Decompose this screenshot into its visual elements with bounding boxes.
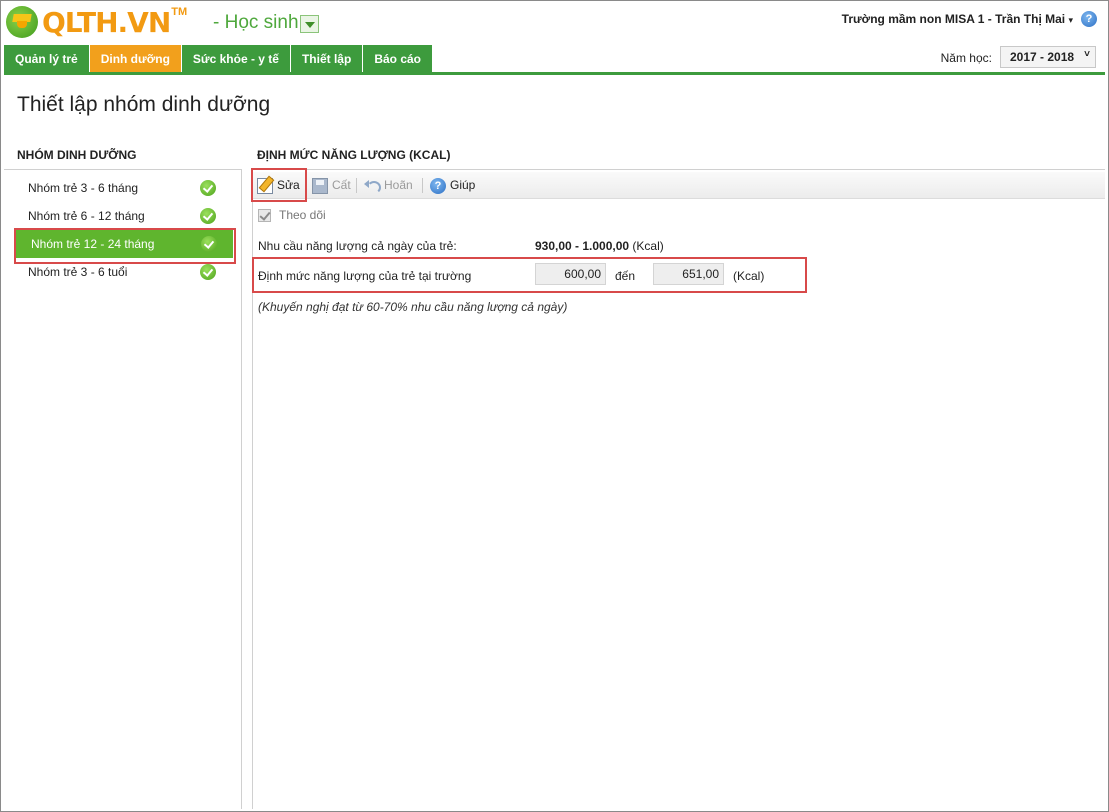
save-button[interactable]: Cất — [312, 172, 351, 199]
caret-down-icon: ▾ — [1068, 15, 1073, 25]
logo-text: QLTH.VN — [42, 5, 171, 39]
app-header: QLTH.VN TM - Học sinh Trường mầm non MIS… — [0, 0, 1109, 44]
save-button-label: Cất — [332, 178, 351, 192]
chevron-down-icon: ˅ — [1084, 49, 1090, 60]
help-icon: ? — [430, 177, 446, 194]
save-icon — [312, 177, 328, 194]
follow-checkbox-row[interactable]: Theo dõi — [258, 208, 326, 222]
daily-need-value: 930,00 - 1.000,00 (Kcal) — [535, 239, 664, 253]
daily-need-label: Nhu cầu năng lượng cả ngày của trẻ: — [258, 239, 457, 253]
toolbar-divider — [422, 178, 423, 193]
school-year-select[interactable]: 2017 - 2018 ˅ — [1000, 46, 1096, 68]
tab-bao-cao[interactable]: Báo cáo — [363, 45, 432, 73]
nav-underline — [4, 72, 1105, 75]
group-item[interactable]: Nhóm trẻ 3 - 6 tháng — [12, 174, 232, 202]
logo-trademark: TM — [171, 6, 188, 18]
undo-button-label: Hoãn — [384, 178, 413, 192]
role-dropdown-button[interactable] — [300, 15, 319, 33]
tab-thiet-lap[interactable]: Thiết lập — [290, 45, 363, 73]
undo-icon — [364, 178, 381, 194]
check-circle-icon — [200, 180, 216, 196]
tab-suc-khoe-y-te[interactable]: Sức khỏe - y tế — [181, 45, 290, 73]
role-label: - Học sinh — [213, 12, 299, 33]
graduation-cap-icon — [6, 6, 38, 38]
page-title: Thiết lập nhóm dinh dưỡng — [17, 93, 271, 116]
tab-quan-ly-tre[interactable]: Quản lý trẻ — [4, 45, 89, 73]
highlight-box-edit-button — [251, 168, 307, 202]
school-user-menu[interactable]: Trường mầm non MISA 1 - Trần Thị Mai ▾ — [842, 12, 1073, 26]
daily-need-unit: (Kcal) — [632, 239, 664, 253]
group-item-label: Nhóm trẻ 6 - 12 tháng — [28, 209, 145, 223]
toolbar-divider — [356, 178, 357, 193]
check-circle-icon — [200, 264, 216, 280]
school-user-label: Trường mầm non MISA 1 - Trần Thị Mai — [841, 12, 1066, 26]
school-year-label: Năm học: — [940, 51, 992, 65]
check-circle-icon — [200, 208, 216, 224]
follow-checkbox[interactable] — [258, 208, 271, 222]
tab-dinh-duong[interactable]: Dinh dưỡng — [89, 45, 181, 73]
group-item[interactable]: Nhóm trẻ 6 - 12 tháng — [12, 202, 232, 230]
app-logo[interactable]: QLTH.VN TM — [6, 4, 187, 40]
undo-button[interactable]: Hoãn — [364, 172, 413, 199]
help-button-label: Giúp — [450, 178, 476, 192]
highlight-box-selected-group — [14, 228, 236, 264]
group-item-label: Nhóm trẻ 3 - 6 tuổi — [28, 265, 128, 279]
daily-need-range: 930,00 - 1.000,00 — [535, 239, 630, 253]
help-icon[interactable]: ? — [1081, 11, 1097, 27]
main-nav: Quản lý trẻ Dinh dưỡng Sức khỏe - y tế T… — [4, 45, 433, 73]
energy-toolbar: Sửa Cất Hoãn ? Giúp — [253, 172, 1105, 199]
groups-heading: NHÓM DINH DƯỠNG — [17, 148, 137, 162]
group-item-label: Nhóm trẻ 3 - 6 tháng — [28, 181, 139, 195]
energy-heading: ĐỊNH MỨC NĂNG LƯỢNG (KCAL) — [257, 148, 451, 162]
highlight-box-norm-row — [252, 257, 807, 293]
help-button[interactable]: ? Giúp — [430, 172, 475, 199]
follow-label: Theo dõi — [279, 208, 326, 222]
school-year-value: 2017 - 2018 — [1010, 50, 1075, 64]
recommendation-hint: (Khuyến nghị đạt từ 60-70% nhu cầu năng … — [258, 300, 568, 314]
